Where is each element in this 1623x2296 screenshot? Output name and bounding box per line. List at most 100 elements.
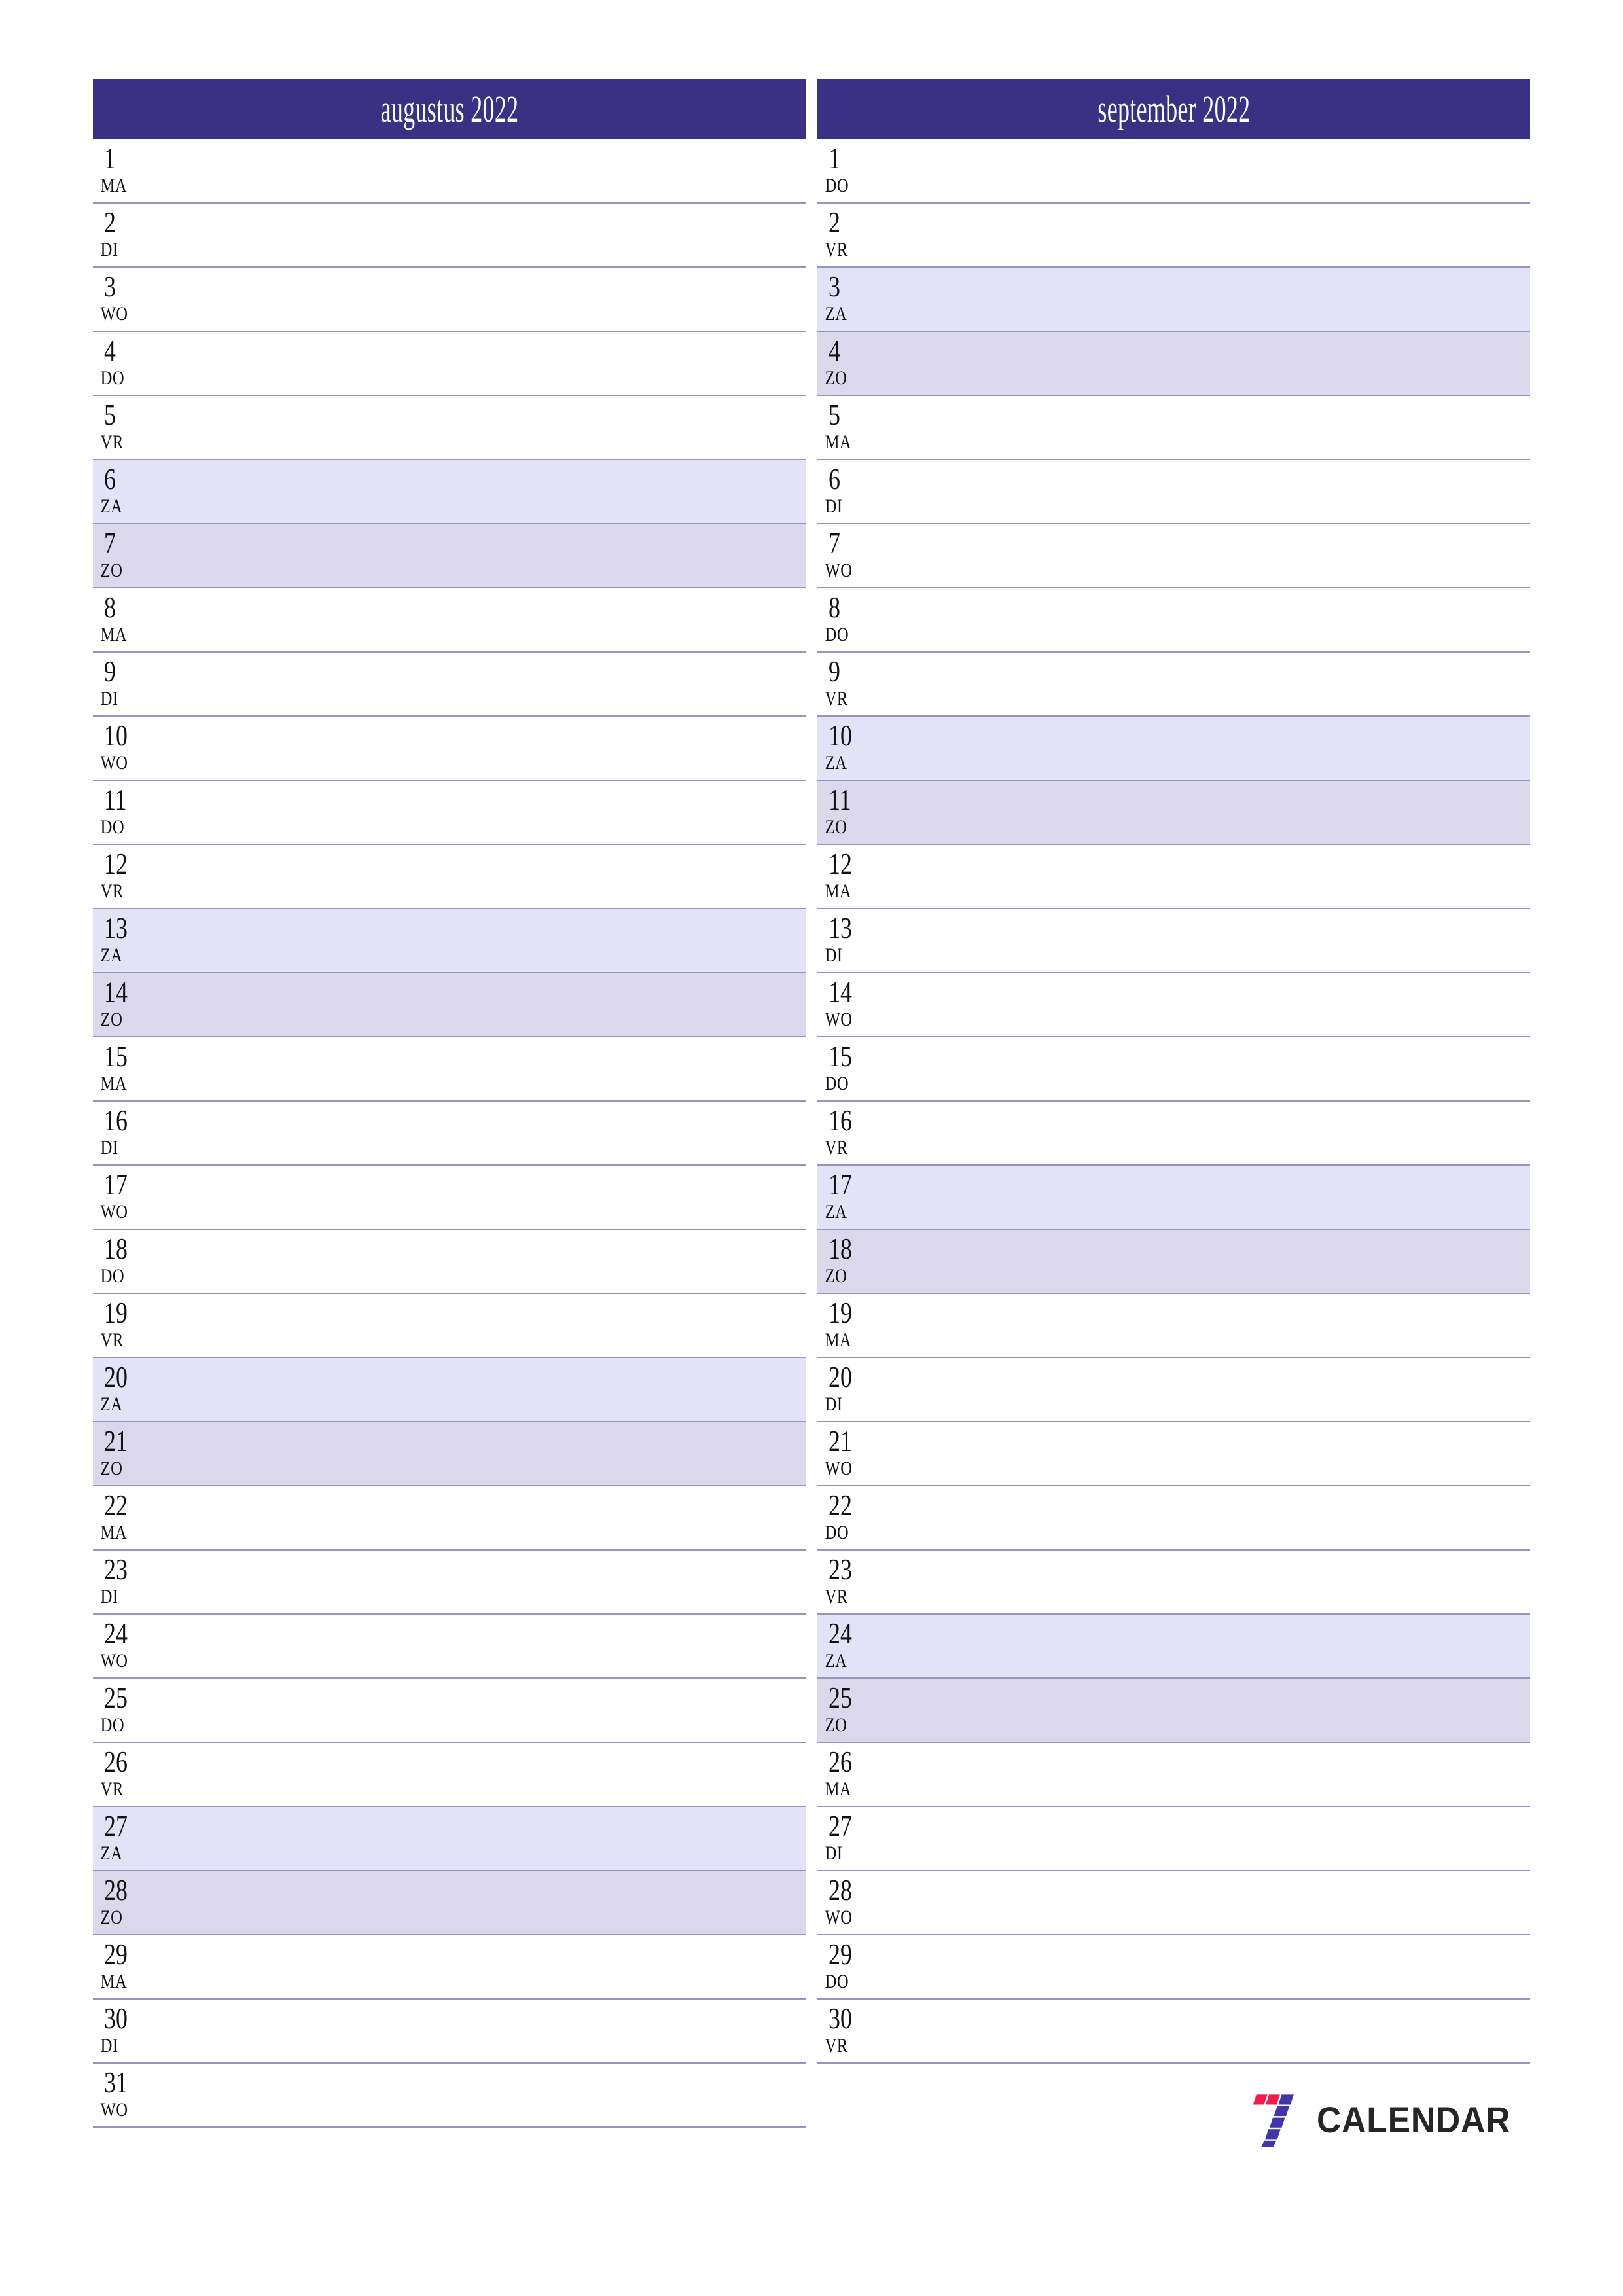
day-weekday-abbr: WO [100, 2099, 128, 2121]
day-row[interactable]: 7 ZO [93, 524, 806, 588]
day-row[interactable]: 24 WO [93, 1615, 806, 1679]
day-number: 27 [104, 1809, 128, 1842]
day-row[interactable]: 18 ZO [817, 1230, 1530, 1294]
day-weekday-abbr: DI [100, 2035, 118, 2056]
day-number: 17 [104, 1168, 128, 1201]
day-number: 29 [104, 1937, 128, 1971]
day-weekday-abbr: ZA [825, 303, 847, 325]
day-row[interactable]: 8 DO [817, 588, 1530, 653]
day-row[interactable]: 3 WO [93, 268, 806, 332]
day-row[interactable]: 16 DI [93, 1102, 806, 1166]
day-weekday-abbr: VR [825, 1586, 848, 1607]
day-row[interactable]: 4 DO [93, 332, 806, 396]
day-row[interactable]: 30 VR [817, 2000, 1530, 2064]
day-row[interactable]: 5 VR [93, 396, 806, 460]
day-row[interactable]: 15 DO [817, 1037, 1530, 1102]
day-weekday-abbr: ZO [100, 560, 123, 581]
day-row[interactable]: 2 VR [817, 204, 1530, 268]
day-weekday-abbr: DI [100, 239, 118, 260]
day-row[interactable]: 27 DI [817, 1807, 1530, 1871]
day-weekday-abbr: DI [825, 1393, 843, 1415]
day-row[interactable]: 22 DO [817, 1486, 1530, 1551]
day-number: 7 [104, 526, 116, 560]
day-row[interactable]: 20 ZA [93, 1358, 806, 1422]
day-weekday-abbr: DI [825, 944, 843, 966]
day-row[interactable]: 18 DO [93, 1230, 806, 1294]
day-row[interactable]: 5 MA [817, 396, 1530, 460]
day-weekday-abbr: MA [100, 1073, 128, 1094]
day-row[interactable]: 11 DO [93, 781, 806, 845]
day-row[interactable]: 30 DI [93, 2000, 806, 2064]
day-row[interactable]: 9 DI [93, 653, 806, 717]
day-row[interactable]: 23 VR [817, 1551, 1530, 1615]
day-weekday-abbr: ZA [825, 1201, 847, 1223]
day-row[interactable]: 7 WO [817, 524, 1530, 588]
day-weekday-abbr: WO [825, 560, 853, 581]
day-row[interactable]: 31 WO [93, 2064, 806, 2128]
day-row[interactable]: 19 MA [817, 1294, 1530, 1358]
day-row[interactable]: 12 VR [93, 845, 806, 909]
day-row[interactable]: 17 WO [93, 1166, 806, 1230]
day-row[interactable]: 19 VR [93, 1294, 806, 1358]
month-title-right: september 2022 [1097, 87, 1251, 130]
day-row[interactable]: 26 MA [817, 1743, 1530, 1807]
day-row[interactable]: 14 WO [817, 973, 1530, 1037]
day-number: 24 [104, 1617, 128, 1650]
day-number: 20 [829, 1360, 852, 1393]
day-row[interactable]: 28 ZO [93, 1871, 806, 1935]
day-row[interactable]: 29 DO [817, 1935, 1530, 2000]
day-weekday-abbr: ZO [825, 816, 847, 838]
day-weekday-abbr: MA [825, 1329, 852, 1351]
day-number: 6 [829, 462, 840, 495]
day-row[interactable]: 6 ZA [93, 460, 806, 524]
day-row[interactable]: 13 ZA [93, 909, 806, 973]
day-row[interactable]: 25 DO [93, 1679, 806, 1743]
day-row[interactable]: 26 VR [93, 1743, 806, 1807]
day-row[interactable]: 3 ZA [817, 268, 1530, 332]
day-number: 10 [104, 719, 128, 752]
day-weekday-abbr: MA [100, 175, 128, 196]
day-row[interactable]: 20 DI [817, 1358, 1530, 1422]
day-weekday-abbr: WO [100, 752, 128, 774]
day-row[interactable]: 6 DI [817, 460, 1530, 524]
day-row[interactable]: 4 ZO [817, 332, 1530, 396]
day-row[interactable]: 13 DI [817, 909, 1530, 973]
day-row[interactable]: 10 WO [93, 717, 806, 781]
day-weekday-abbr: DO [825, 1073, 849, 1094]
day-row[interactable]: 23 DI [93, 1551, 806, 1615]
day-weekday-abbr: DO [825, 1522, 849, 1543]
day-row[interactable]: 25 ZO [817, 1679, 1530, 1743]
day-row[interactable]: 29 MA [93, 1935, 806, 2000]
day-number: 5 [104, 398, 116, 431]
day-row[interactable]: 1 MA [93, 139, 806, 204]
day-row[interactable]: 16 VR [817, 1102, 1530, 1166]
day-weekday-abbr: ZO [825, 367, 847, 389]
day-row[interactable]: 15 MA [93, 1037, 806, 1102]
day-number: 6 [104, 462, 116, 495]
day-row[interactable]: 12 MA [817, 845, 1530, 909]
day-row[interactable]: 21 ZO [93, 1422, 806, 1486]
day-row[interactable]: 21 WO [817, 1422, 1530, 1486]
day-row[interactable]: 8 MA [93, 588, 806, 653]
day-row[interactable]: 24 ZA [817, 1615, 1530, 1679]
day-number: 29 [829, 1937, 852, 1971]
day-row[interactable]: 2 DI [93, 204, 806, 268]
day-number: 28 [104, 1873, 128, 1907]
day-row[interactable]: 9 VR [817, 653, 1530, 717]
day-row[interactable]: 14 ZO [93, 973, 806, 1037]
day-row[interactable]: 1 DO [817, 139, 1530, 204]
day-weekday-abbr: VR [100, 1329, 124, 1351]
day-row[interactable]: 27 ZA [93, 1807, 806, 1871]
day-number: 28 [829, 1873, 852, 1907]
day-weekday-abbr: WO [825, 1907, 853, 1928]
day-row[interactable]: 17 ZA [817, 1166, 1530, 1230]
day-row[interactable]: 28 WO [817, 1871, 1530, 1935]
day-number: 4 [829, 334, 840, 367]
day-weekday-abbr: ZA [825, 1650, 847, 1672]
day-row[interactable]: 22 MA [93, 1486, 806, 1551]
day-weekday-abbr: WO [825, 1458, 853, 1479]
day-row[interactable]: 11 ZO [817, 781, 1530, 845]
day-weekday-abbr: WO [100, 1650, 128, 1672]
day-number: 12 [104, 847, 128, 880]
day-row[interactable]: 10 ZA [817, 717, 1530, 781]
